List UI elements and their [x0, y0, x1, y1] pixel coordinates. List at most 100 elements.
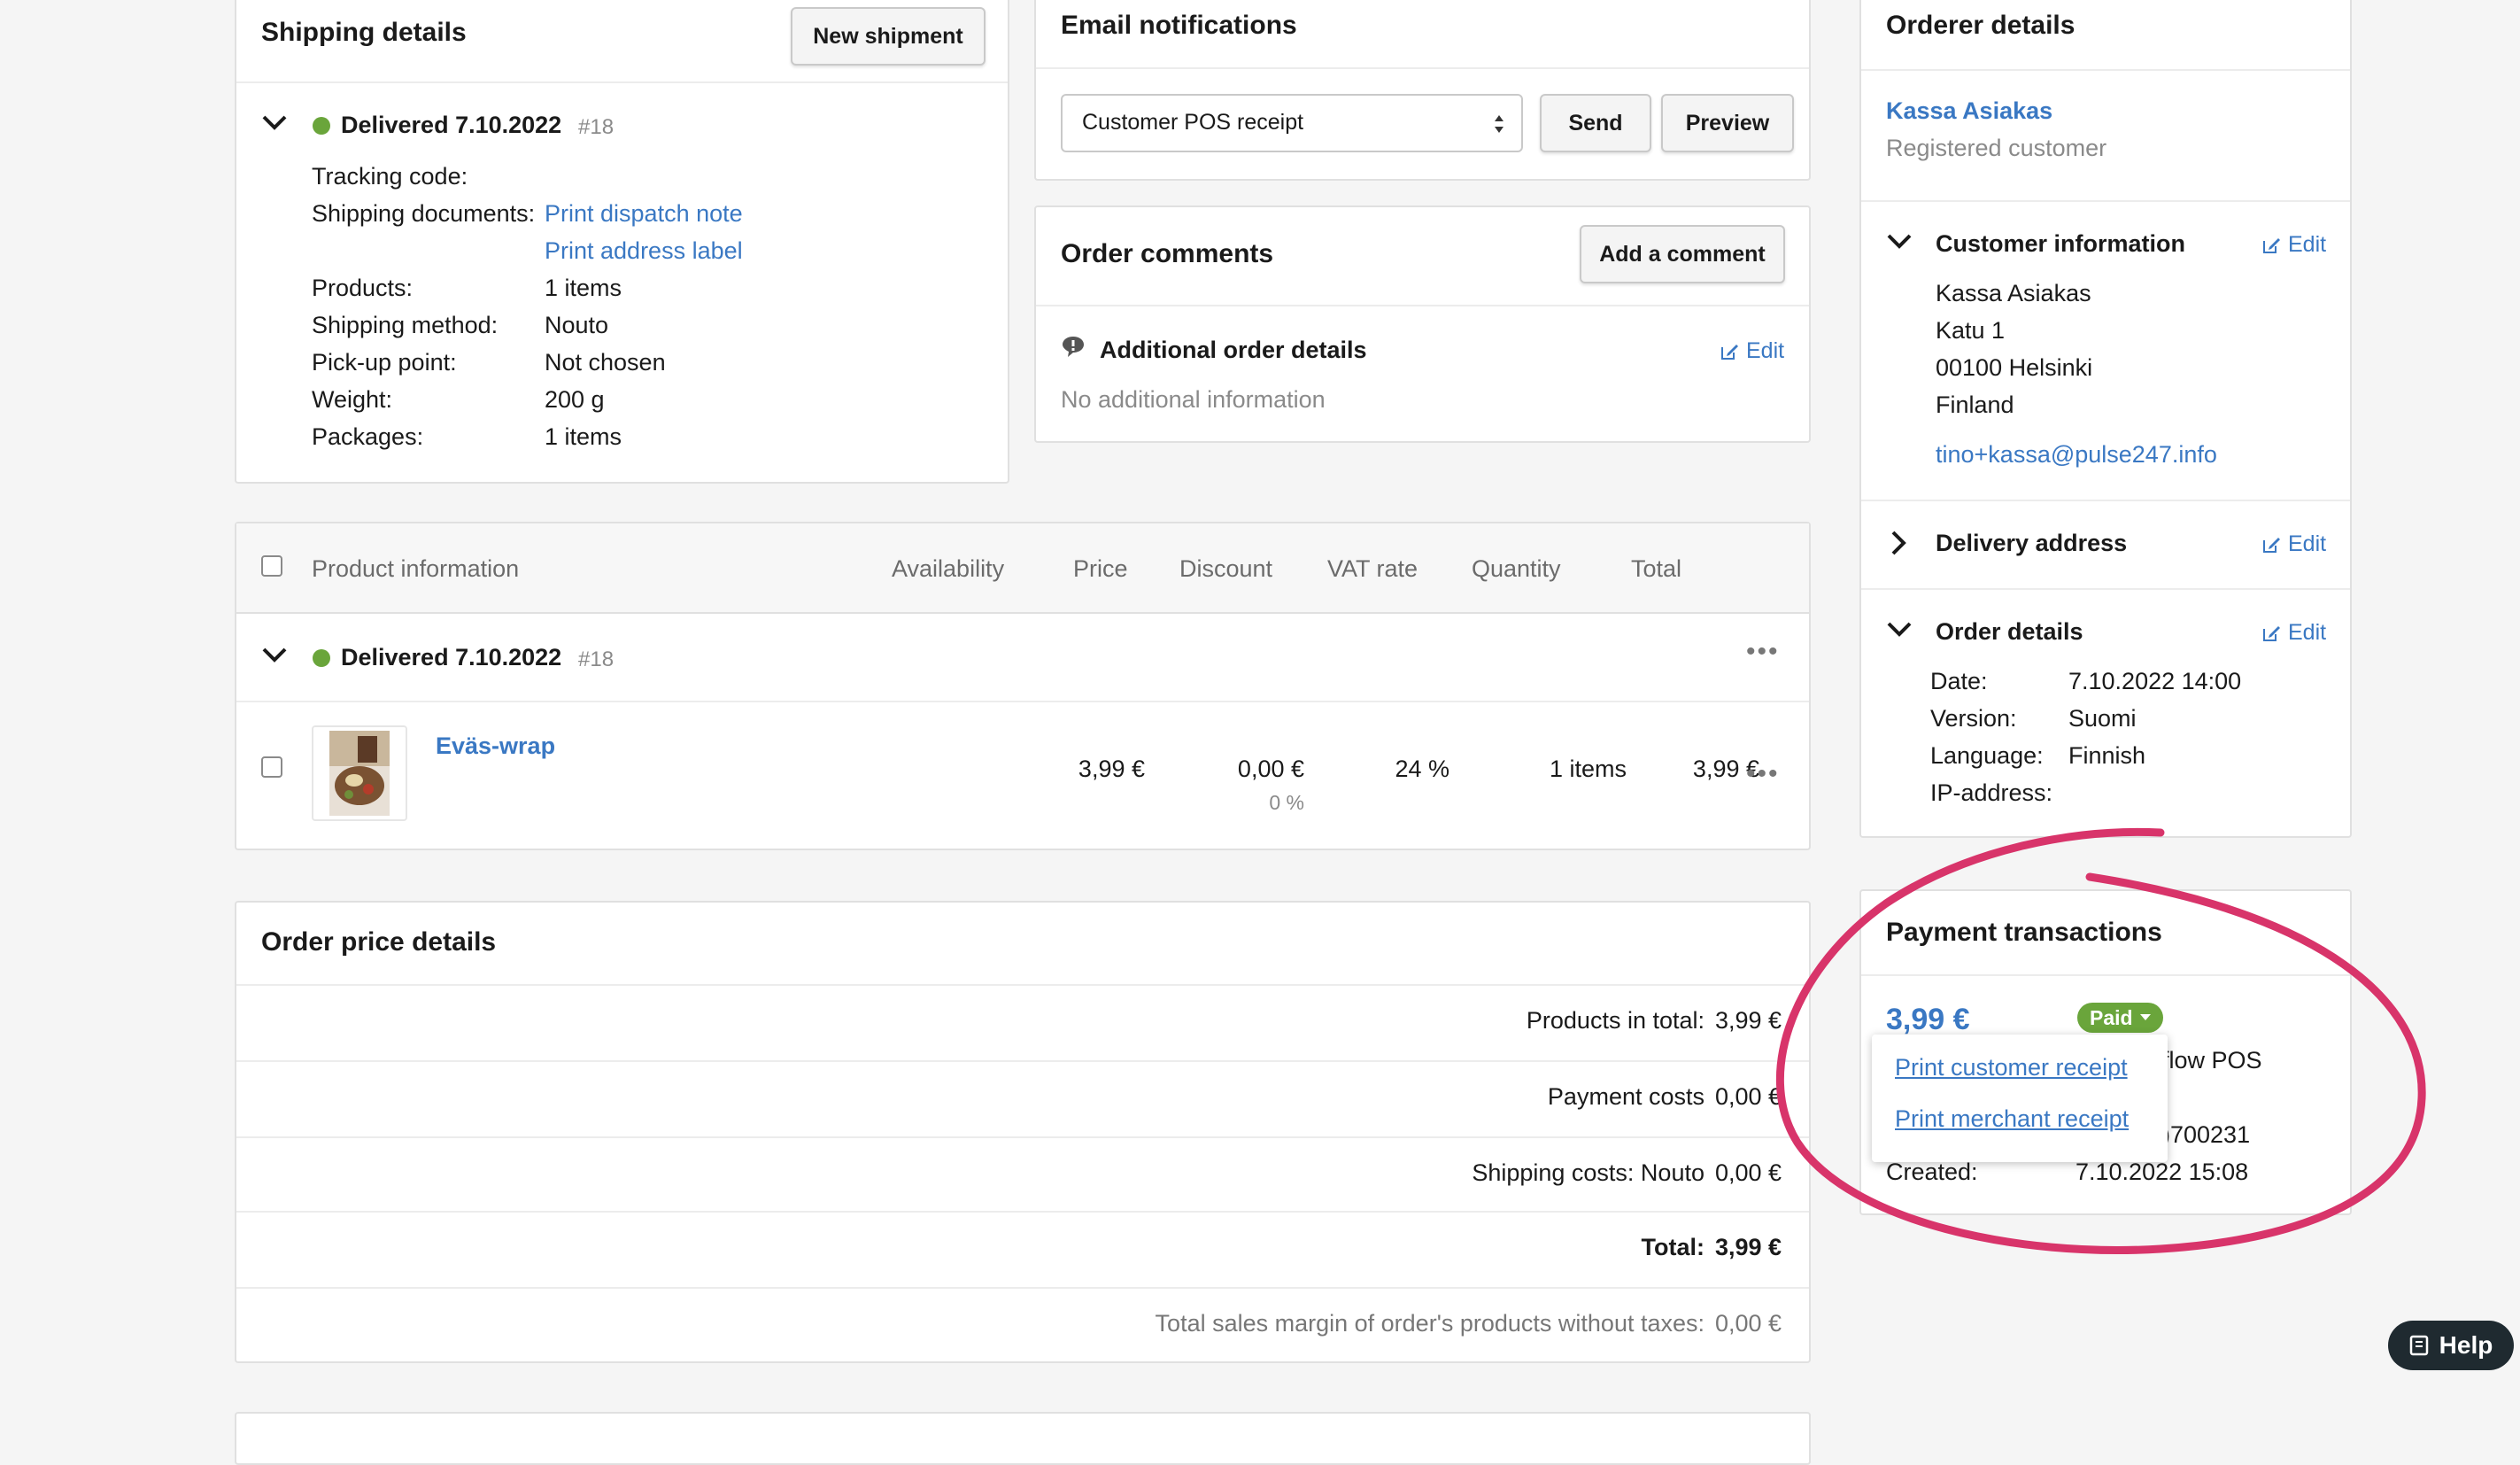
- packages-value: 1 items: [545, 423, 622, 450]
- tracking-code-label: Tracking code:: [312, 163, 468, 190]
- divider: [1861, 200, 2350, 202]
- products-card: Product information Availability Price D…: [235, 522, 1811, 850]
- divider: [236, 612, 1809, 614]
- divider: [1036, 305, 1809, 306]
- email-notifications-card: Email notifications Customer POS receipt…: [1034, 0, 1811, 181]
- chevron-down-icon[interactable]: [261, 113, 288, 133]
- book-icon: [2409, 1335, 2428, 1356]
- divider: [1861, 588, 2350, 590]
- chevron-down-icon[interactable]: [261, 646, 288, 665]
- ip-address-label: IP-address:: [1930, 779, 2053, 806]
- col-discount: Discount: [1179, 555, 1273, 582]
- product-thumbnail[interactable]: [312, 725, 407, 821]
- order-details-header[interactable]: Order details: [1936, 618, 2083, 646]
- packages-label: Packages:: [312, 423, 424, 450]
- customer-type: Registered customer: [1886, 135, 2107, 161]
- address-line-4: Finland: [1936, 391, 2014, 418]
- email-template-selected: Customer POS receipt: [1082, 110, 1304, 135]
- order-price-details-card: Order price details Products in total: 3…: [235, 901, 1811, 1363]
- edit-order-details[interactable]: Edit: [2261, 620, 2326, 646]
- chevron-down-icon[interactable]: [1886, 232, 1913, 252]
- sales-margin-label: Total sales margin of order's products w…: [1155, 1310, 1704, 1337]
- edit-delivery-address[interactable]: Edit: [2261, 531, 2326, 557]
- edit-customer-information[interactable]: Edit: [2261, 232, 2326, 258]
- address-line-3: 00100 Helsinki: [1936, 354, 2093, 381]
- row-more-icon[interactable]: •••: [1746, 759, 1780, 789]
- group-status: Delivered 7.10.2022: [341, 644, 562, 670]
- order-comments-card: Order comments Add a comment Additional …: [1034, 205, 1811, 443]
- divider: [236, 1060, 1809, 1062]
- no-additional-info: No additional information: [1061, 386, 1326, 413]
- customer-name-link[interactable]: Kassa Asiakas: [1886, 97, 2052, 125]
- orderer-details-title: Orderer details: [1886, 11, 2076, 40]
- shipping-method-label: Shipping method:: [312, 312, 499, 338]
- shipping-documents-label: Shipping documents:: [312, 200, 536, 227]
- new-shipment-button[interactable]: New shipment: [791, 7, 986, 66]
- date-value: 7.10.2022 14:00: [2068, 668, 2242, 694]
- add-comment-button[interactable]: Add a comment: [1580, 225, 1785, 283]
- email-notifications-title: Email notifications: [1061, 11, 1297, 40]
- total-label: Total:: [1641, 1234, 1704, 1260]
- product-discount-percent: 0 %: [1269, 791, 1304, 814]
- col-vat-rate: VAT rate: [1327, 555, 1418, 582]
- address-line-1: Kassa Asiakas: [1936, 280, 2091, 306]
- customer-information-header[interactable]: Customer information: [1936, 230, 2185, 258]
- divider: [236, 1136, 1809, 1138]
- order-comments-title: Order comments: [1061, 239, 1274, 268]
- customer-email-link[interactable]: tino+kassa@pulse247.info: [1936, 441, 2217, 469]
- orderer-details-card: Orderer details Kassa Asiakas Registered…: [1859, 0, 2352, 838]
- divider: [236, 701, 1809, 702]
- language-label: Language:: [1930, 742, 2044, 769]
- product-name-link[interactable]: Eväs-wrap: [436, 732, 555, 760]
- payment-costs-label: Payment costs: [1547, 1083, 1704, 1110]
- products-label: Products:: [312, 275, 414, 301]
- shipping-details-title: Shipping details: [261, 18, 467, 47]
- delivery-address-header[interactable]: Delivery address: [1936, 530, 2127, 557]
- help-button[interactable]: Help: [2388, 1321, 2514, 1370]
- print-dispatch-note-link[interactable]: Print dispatch note: [545, 200, 743, 228]
- language-value: Finnish: [2068, 742, 2146, 769]
- weight-label: Weight:: [312, 386, 393, 413]
- send-button[interactable]: Send: [1540, 94, 1651, 152]
- version-label: Version:: [1930, 705, 2017, 732]
- products-in-total-label: Products in total:: [1526, 1007, 1704, 1034]
- edit-label: Edit: [2288, 531, 2327, 556]
- preview-button[interactable]: Preview: [1661, 94, 1794, 152]
- edit-label: Edit: [2288, 232, 2327, 257]
- divider: [1861, 500, 2350, 501]
- divider: [236, 1211, 1809, 1213]
- product-quantity: 1 items: [1549, 756, 1627, 782]
- product-discount: 0,00 €: [1237, 756, 1304, 782]
- edit-icon: [2263, 237, 2280, 253]
- row-checkbox[interactable]: [261, 756, 282, 778]
- edit-label: Edit: [1746, 338, 1785, 363]
- next-card: [235, 1412, 1811, 1465]
- pickup-point-value: Not chosen: [545, 349, 666, 376]
- print-address-label-link[interactable]: Print address label: [545, 237, 743, 265]
- divider: [236, 1287, 1809, 1289]
- chevron-right-icon[interactable]: [1890, 530, 1909, 556]
- weight-value: 200 g: [545, 386, 605, 413]
- select-all-checkbox[interactable]: [261, 555, 282, 577]
- additional-details-title: Additional order details: [1100, 337, 1367, 363]
- col-product-information: Product information: [312, 555, 520, 582]
- col-availability: Availability: [892, 555, 1005, 582]
- edit-additional-details[interactable]: Edit: [1720, 338, 1784, 364]
- shipping-costs-label: Shipping costs: Nouto: [1472, 1159, 1704, 1186]
- divider: [236, 984, 1809, 986]
- products-value: 1 items: [545, 275, 622, 301]
- email-template-select[interactable]: Customer POS receipt: [1061, 94, 1523, 152]
- shipping-details-card: Shipping details New shipment Delivered …: [235, 0, 1009, 484]
- edit-icon: [2263, 537, 2280, 553]
- sales-margin-value: 0,00 €: [1715, 1310, 1782, 1337]
- address-line-2: Katu 1: [1936, 317, 2006, 344]
- col-price: Price: [1073, 555, 1128, 582]
- group-number: #18: [578, 647, 615, 671]
- help-label: Help: [2439, 1331, 2493, 1359]
- shipment-status: Delivered 7.10.2022: [341, 112, 562, 138]
- product-price: 3,99 €: [1078, 756, 1145, 782]
- group-more-icon[interactable]: •••: [1746, 637, 1780, 667]
- chevron-down-icon[interactable]: [1886, 620, 1913, 639]
- edit-icon: [2263, 625, 2280, 641]
- status-dot: [313, 649, 330, 667]
